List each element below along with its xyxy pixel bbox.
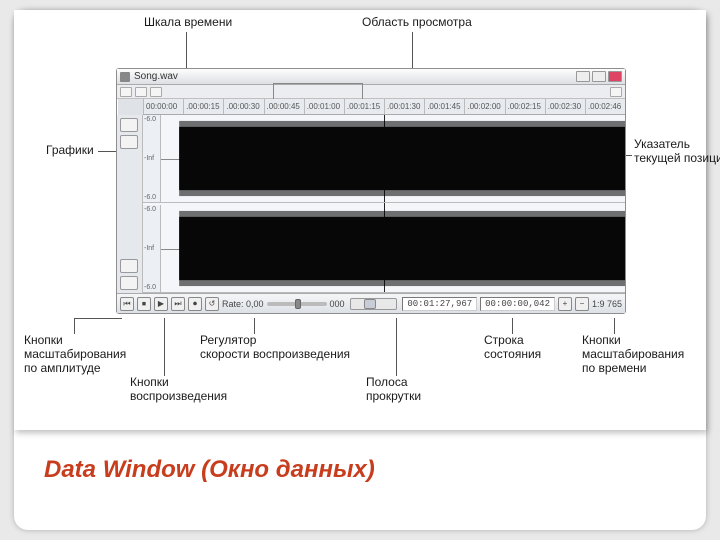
stop-button[interactable]: ⏹ xyxy=(137,297,151,311)
label-playbuttons: Кнопки воспроизведения xyxy=(130,376,227,404)
leader-ampbuttons-h xyxy=(74,318,122,319)
axis-tick: -Inf xyxy=(144,155,159,162)
zoom-readout: 1:9 765 xyxy=(592,299,622,309)
time-zoom-in-button[interactable]: + xyxy=(558,297,572,311)
leader-timebuttons xyxy=(614,318,615,334)
titlebar[interactable]: Song.wav xyxy=(117,69,625,85)
horizontal-scrollbar[interactable] xyxy=(350,298,398,310)
prev-button[interactable]: ⏮ xyxy=(120,297,134,311)
ruler-tick: 00:00:00 xyxy=(143,99,183,114)
axis-tick: -Inf xyxy=(144,245,159,252)
label-posindicator: Указатель текущей позиции xyxy=(634,138,720,166)
track-right[interactable]: -6.0 -Inf -6.0 xyxy=(143,205,625,293)
rate-mid: 000 xyxy=(330,299,345,309)
tracks-area[interactable]: -6.0 -Inf -6.0 xyxy=(143,115,625,293)
track-left[interactable]: -6.0 -Inf -6.0 xyxy=(143,115,625,203)
label-timeline: Шкала времени xyxy=(144,16,232,30)
label-graphs: Графики xyxy=(46,144,94,158)
loop-button[interactable]: ↺ xyxy=(205,297,219,311)
leader-viewport xyxy=(412,32,413,72)
ruler-tick: .00:02:30 xyxy=(545,99,585,114)
toolbar xyxy=(117,85,625,99)
leader-scrollbar xyxy=(396,318,397,376)
rate-label: Rate: 0,00 xyxy=(222,299,264,309)
ruler-tick: .00:00:45 xyxy=(264,99,304,114)
minimize-button[interactable] xyxy=(576,71,590,82)
ruler-tick: .00:01:00 xyxy=(304,99,344,114)
ruler-tick: .00:00:30 xyxy=(223,99,263,114)
axis-tick: -6.0 xyxy=(144,116,159,123)
amp-zoom-out-button[interactable] xyxy=(120,276,138,290)
amplitude-zoom-strip xyxy=(117,115,143,293)
waveform xyxy=(161,205,625,292)
tool-button[interactable] xyxy=(135,87,147,97)
leader-statusline xyxy=(512,318,513,334)
ruler-tick: .00:02:00 xyxy=(464,99,504,114)
play-button[interactable]: ▶ xyxy=(154,297,168,311)
next-button[interactable]: ⏭ xyxy=(171,297,185,311)
leader-rateslider xyxy=(254,318,255,334)
slide-caption: Data Window (Окно данных) xyxy=(44,456,375,484)
rate-slider[interactable] xyxy=(267,302,327,306)
leader-playbuttons xyxy=(164,318,165,376)
viewport-indicator[interactable] xyxy=(273,83,363,99)
tool-button[interactable] xyxy=(610,87,622,97)
time-zoom-out-button[interactable]: − xyxy=(575,297,589,311)
label-timebuttons: Кнопки масштабирования по времени xyxy=(582,334,684,375)
scroll-thumb[interactable] xyxy=(364,299,375,309)
time-ruler[interactable]: 00:00:00 .00:00:15 .00:00:30 .00:00:45 .… xyxy=(143,99,625,115)
amp-zoom-in-button[interactable] xyxy=(120,118,138,132)
tool-button[interactable] xyxy=(150,87,162,97)
label-ampbuttons: Кнопки масштабирования по амплитуде xyxy=(24,334,126,375)
amplitude-axis: -6.0 -Inf -6.0 xyxy=(143,205,161,292)
label-scrollbar: Полоса прокрутки xyxy=(366,376,421,404)
record-button[interactable]: ⏺ xyxy=(188,297,202,311)
amp-zoom-in-button[interactable] xyxy=(120,259,138,273)
ruler-tick: .00:00:15 xyxy=(183,99,223,114)
leader-timeline xyxy=(186,32,187,72)
label-rateslider: Регулятор скорости воспроизведения xyxy=(200,334,350,362)
ruler-tick: .00:01:15 xyxy=(344,99,384,114)
axis-tick: -6.0 xyxy=(144,206,159,213)
axis-tick: -6.0 xyxy=(144,284,159,291)
audio-editor-window: Song.wav 00:00:00 .00:00:15 .00:00:30 .0… xyxy=(116,68,626,314)
axis-tick: -6.0 xyxy=(144,194,159,201)
status-bar: ⏮ ⏹ ▶ ⏭ ⏺ ↺ Rate: 0,00 000 00:01:27,967 … xyxy=(117,293,625,313)
label-viewport: Область просмотра xyxy=(362,16,472,30)
maximize-button[interactable] xyxy=(592,71,606,82)
position-readout: 00:01:27,967 xyxy=(402,297,477,311)
label-statusline: Строка состояния xyxy=(484,334,541,362)
amp-zoom-out-button[interactable] xyxy=(120,135,138,149)
app-icon xyxy=(120,72,130,82)
ruler-tick: .00:02:15 xyxy=(505,99,545,114)
ruler-tick: .00:01:30 xyxy=(384,99,424,114)
window-title: Song.wav xyxy=(134,71,178,82)
selection-readout: 00:00:00,042 xyxy=(480,297,555,311)
amplitude-axis: -6.0 -Inf -6.0 xyxy=(143,115,161,202)
tool-button[interactable] xyxy=(120,87,132,97)
ruler-tick: .00:02:46 xyxy=(585,99,625,114)
leader-ampbuttons-v xyxy=(74,318,75,334)
waveform xyxy=(161,115,625,202)
close-button[interactable] xyxy=(608,71,622,82)
ruler-tick: .00:01:45 xyxy=(424,99,464,114)
